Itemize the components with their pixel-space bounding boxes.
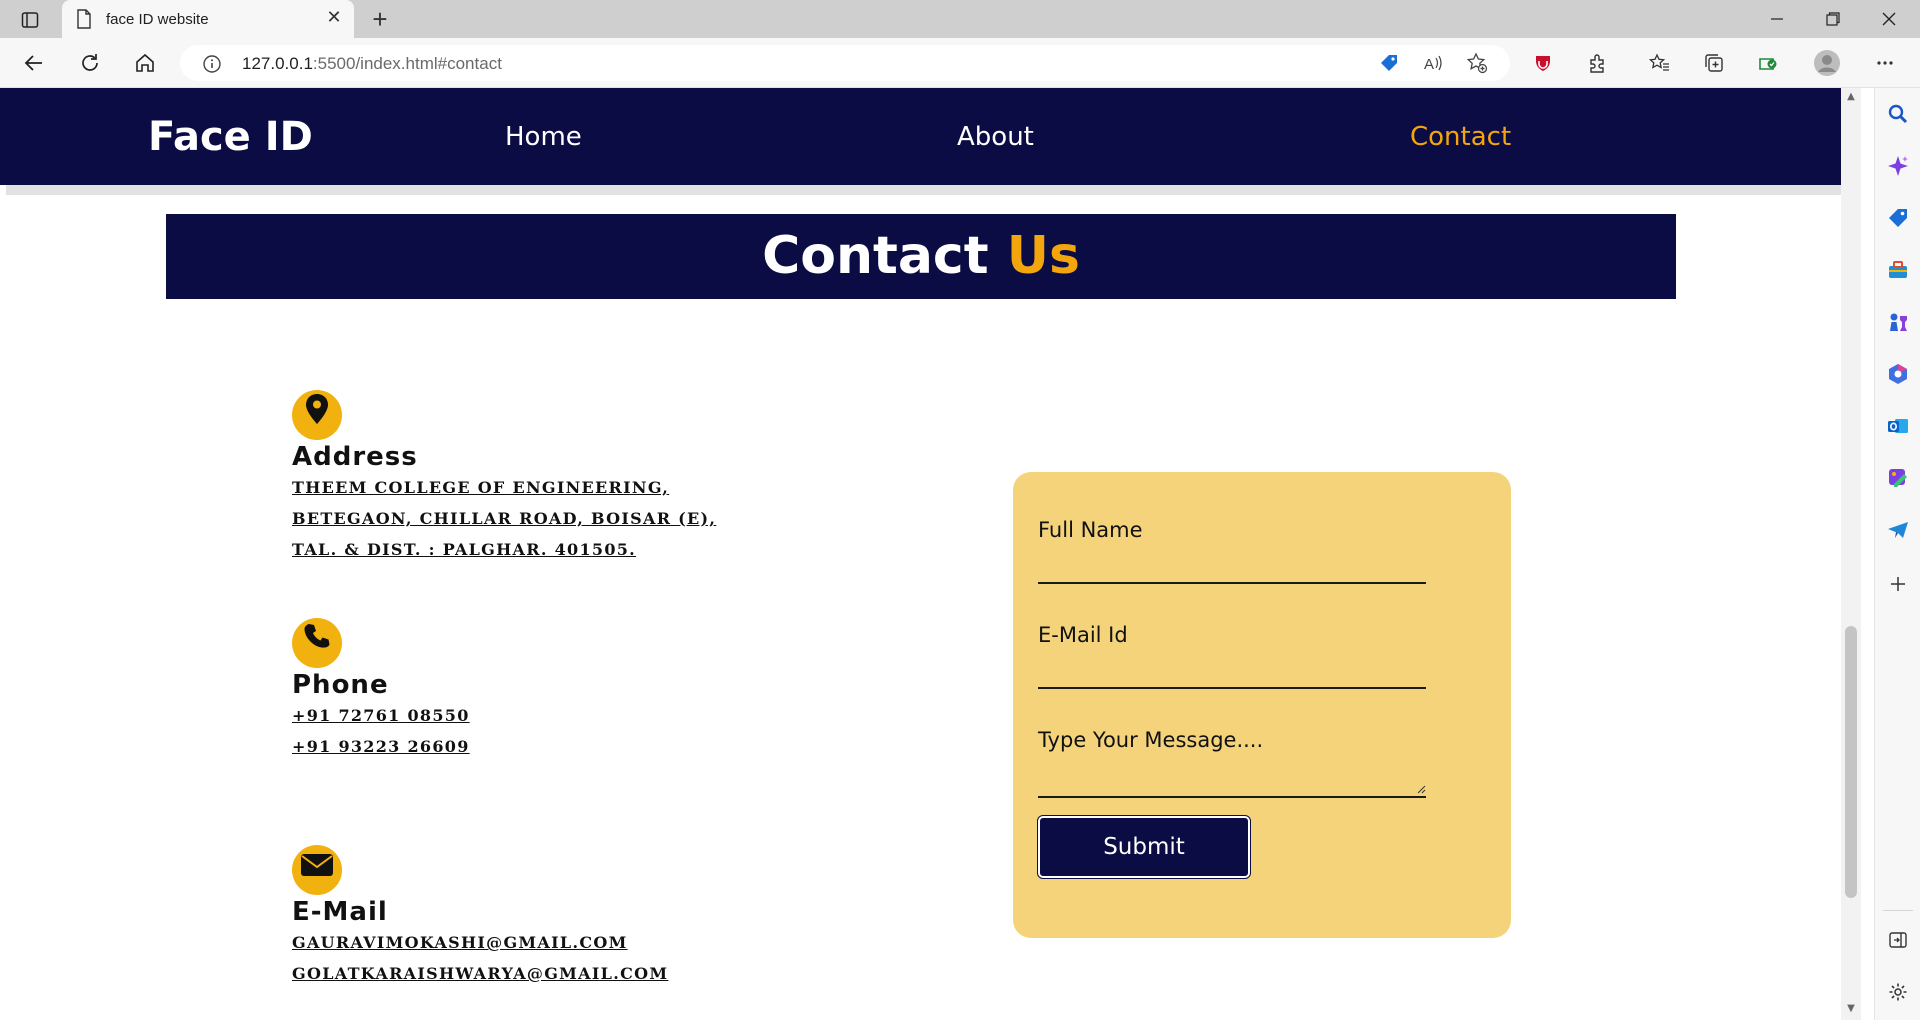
copilot-sparkle-icon[interactable] [1884, 152, 1912, 180]
home-button[interactable] [127, 46, 163, 80]
hide-sidebar-icon[interactable] [1884, 926, 1912, 954]
browser-essentials-icon[interactable] [1751, 46, 1785, 80]
url-text[interactable]: 127.0.0.1:5500/index.html#contact [242, 54, 502, 74]
extensions-puzzle-icon[interactable] [1581, 46, 1615, 80]
email-link[interactable]: GOLATKARAISHWARYA@GMAIL.COM [292, 958, 668, 989]
navbar-shadow [6, 185, 1841, 195]
profile-avatar-icon[interactable] [1810, 46, 1844, 80]
tab-title: face ID website [106, 11, 209, 28]
message-textarea[interactable]: Type Your Message.... [1038, 728, 1426, 798]
message-label: Type Your Message.... [1038, 728, 1264, 752]
browser-toolbar: 127.0.0.1:5500/index.html#contact A [0, 38, 1920, 88]
browser-tab[interactable]: face ID website ✕ [62, 0, 354, 38]
message-underline [1038, 796, 1426, 798]
phone-icon [292, 618, 342, 668]
address-line[interactable]: BETEGAON, CHILLAR ROAD, BOISAR (E), [292, 503, 716, 534]
scrollbar-thumb[interactable] [1845, 626, 1857, 898]
games-chess-icon[interactable] [1884, 308, 1912, 336]
heading-main: Contact [762, 226, 989, 286]
nav-home[interactable]: Home [505, 122, 582, 152]
address-line[interactable]: TAL. & DIST. : PALGHAR. 401505. [292, 534, 716, 565]
scroll-up-arrow-icon[interactable]: ▲ [1846, 92, 1856, 102]
site-info-icon[interactable] [202, 54, 222, 78]
full-name-underline [1038, 582, 1426, 584]
tools-briefcase-icon[interactable] [1884, 256, 1912, 284]
designer-icon[interactable] [1884, 464, 1912, 492]
sidebar-divider [1883, 910, 1913, 911]
refresh-button[interactable] [72, 46, 108, 80]
email-link[interactable]: GAURAVIMOKASHI@GMAIL.COM [292, 927, 668, 958]
page-icon [76, 9, 92, 33]
more-options-icon[interactable] [1868, 46, 1902, 80]
contact-heading-banner: Contact Us [166, 214, 1676, 299]
email-underline [1038, 687, 1426, 689]
envelope-icon [292, 845, 342, 895]
browser-tab-bar: face ID website ✕ + [0, 0, 1920, 38]
heading-accent: Us [1006, 226, 1080, 286]
phone-number-link[interactable]: +91 72761 08550 [292, 700, 470, 731]
email-label: E-Mail Id [1038, 623, 1128, 647]
svg-text:A: A [1424, 56, 1434, 73]
email-title: E-Mail [292, 897, 388, 927]
close-window-button[interactable] [1861, 0, 1917, 38]
back-button[interactable] [16, 46, 52, 80]
email-block: E-Mail GAURAVIMOKASHI@GMAIL.COM GOLATKAR… [292, 845, 668, 989]
edge-sidebar [1874, 88, 1920, 1020]
microsoft-365-icon[interactable] [1884, 360, 1912, 388]
contact-heading: Contact Us [166, 214, 1676, 299]
phone-block: Phone +91 72761 08550 +91 93223 26609 [292, 618, 470, 762]
scroll-down-arrow-icon[interactable]: ▼ [1846, 1004, 1856, 1014]
phone-title: Phone [292, 670, 389, 700]
url-host: 127.0.0.1 [242, 54, 313, 73]
tab-actions-icon[interactable] [10, 6, 50, 34]
nav-contact[interactable]: Contact [1410, 122, 1511, 152]
address-bar[interactable]: 127.0.0.1:5500/index.html#contact A [180, 45, 1510, 81]
extension-shield-icon[interactable] [1526, 46, 1560, 80]
collections-icon[interactable] [1697, 46, 1731, 80]
web-page: Face ID Home About Contact Contact Us Ad… [0, 88, 1841, 1020]
shopping-icon[interactable] [1884, 204, 1912, 232]
contact-form: Full Name E-Mail Id Type Your Message...… [1013, 472, 1511, 938]
site-logo[interactable]: Face ID [148, 114, 313, 160]
phone-number-link[interactable]: +91 93223 26609 [292, 731, 470, 762]
settings-gear-icon[interactable] [1884, 978, 1912, 1006]
shopping-tag-icon[interactable] [1372, 46, 1406, 80]
page-scrollbar[interactable]: ▲ ▼ [1841, 88, 1861, 1020]
address-line[interactable]: THEEM COLLEGE OF ENGINEERING, [292, 472, 716, 503]
map-pin-icon [292, 390, 342, 440]
address-block: Address THEEM COLLEGE OF ENGINEERING, BE… [292, 390, 716, 565]
add-favorite-icon[interactable] [1460, 46, 1494, 80]
site-navbar: Face ID Home About Contact [0, 88, 1841, 185]
nav-about[interactable]: About [957, 122, 1034, 152]
read-aloud-icon[interactable]: A [1416, 46, 1450, 80]
url-path: :5500/index.html#contact [312, 54, 502, 73]
resize-grip-icon[interactable] [1416, 784, 1426, 794]
minimize-button[interactable] [1749, 0, 1805, 38]
full-name-field[interactable]: Full Name [1038, 518, 1426, 586]
send-telegram-icon[interactable] [1884, 516, 1912, 544]
address-title: Address [292, 442, 418, 472]
new-tab-button[interactable]: + [366, 6, 394, 34]
submit-button[interactable]: Submit [1037, 815, 1251, 879]
outlook-icon[interactable] [1884, 412, 1912, 440]
restore-button[interactable] [1805, 0, 1861, 38]
full-name-label: Full Name [1038, 518, 1143, 542]
favorites-icon[interactable] [1642, 46, 1676, 80]
close-tab-icon[interactable]: ✕ [324, 8, 344, 28]
add-sidebar-app-icon[interactable] [1884, 570, 1912, 598]
email-field[interactable]: E-Mail Id [1038, 623, 1426, 691]
search-icon[interactable] [1884, 100, 1912, 128]
